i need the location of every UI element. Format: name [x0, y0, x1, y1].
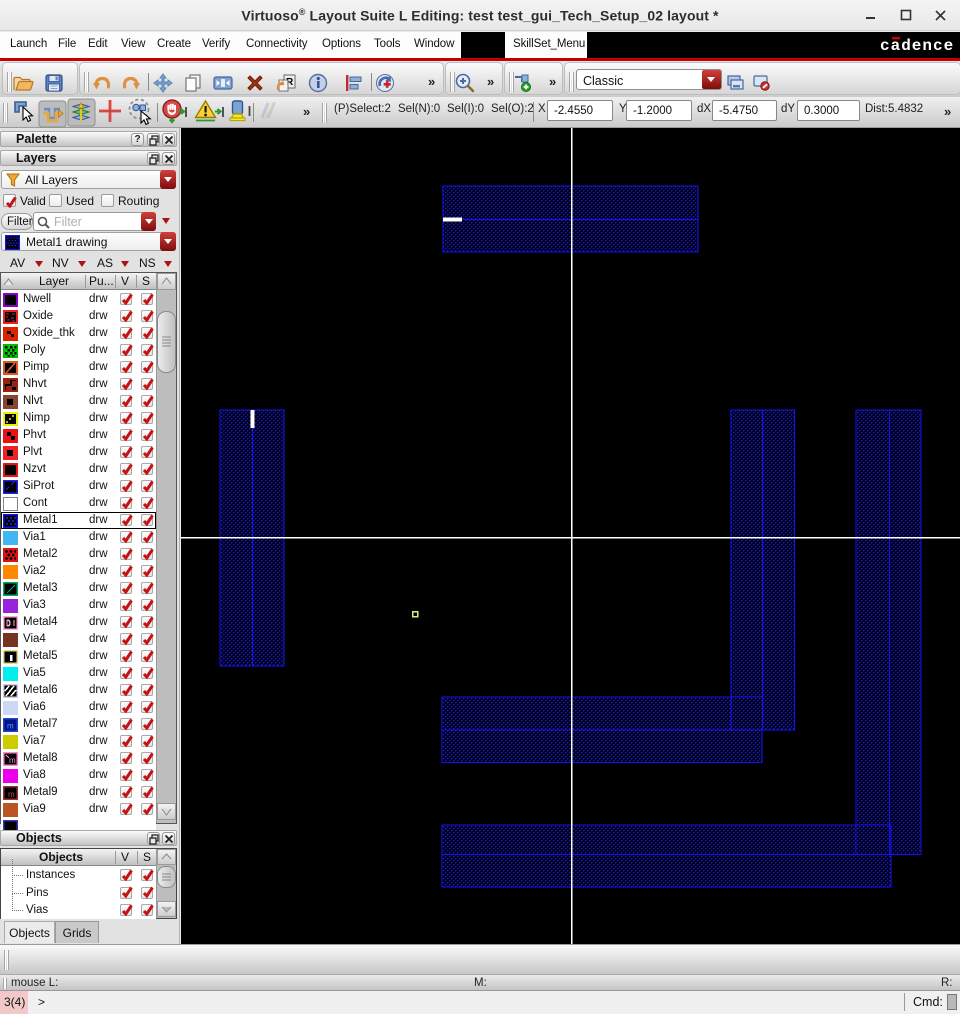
svg-text:m: m: [9, 756, 16, 765]
svg-text:cadence: cadence: [880, 37, 954, 55]
svg-text:m: m: [7, 721, 14, 730]
svg-text:m: m: [8, 790, 15, 799]
